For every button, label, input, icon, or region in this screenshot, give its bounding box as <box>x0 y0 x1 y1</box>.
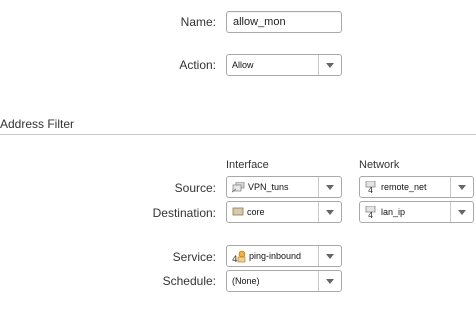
action-label: Action: <box>179 58 216 72</box>
action-select[interactable]: Allow <box>226 54 342 76</box>
service-dropdown-button[interactable] <box>318 246 341 266</box>
service-label: Service: <box>172 250 216 264</box>
svg-text:4: 4 <box>368 211 373 218</box>
chevron-down-icon <box>458 184 466 190</box>
name-input[interactable]: allow_mon <box>226 11 342 33</box>
network-object-icon: 4 <box>365 206 376 218</box>
chevron-down-icon <box>326 253 334 259</box>
chevron-down-icon <box>326 278 334 284</box>
destination-interface-dropdown-button[interactable] <box>318 202 341 222</box>
chevron-down-icon <box>326 184 334 190</box>
vpn-tunnels-icon <box>232 181 245 192</box>
svg-text:4: 4 <box>232 255 238 263</box>
source-interface-dropdown-button[interactable] <box>318 177 341 197</box>
destination-interface-select[interactable]: core <box>226 201 342 223</box>
source-network-dropdown-button[interactable] <box>450 177 473 197</box>
chevron-down-icon <box>326 209 334 215</box>
network-object-icon: 4 <box>365 181 376 193</box>
network-column-header: Network <box>359 159 400 171</box>
interface-column-header: Interface <box>226 159 269 171</box>
chevron-down-icon <box>458 209 466 215</box>
address-filter-title: Address Filter <box>0 117 75 131</box>
source-network-select[interactable]: 4 remote_net <box>359 176 474 198</box>
interface-icon <box>232 207 244 216</box>
destination-label: Destination: <box>152 206 216 220</box>
destination-interface-value: core <box>247 207 265 217</box>
source-network-value: remote_net <box>381 182 427 192</box>
destination-network-value: lan_ip <box>381 207 406 217</box>
schedule-select[interactable]: (None) <box>226 270 342 292</box>
schedule-label: Schedule: <box>162 274 216 288</box>
source-label: Source: <box>174 181 216 195</box>
destination-network-select[interactable]: 4 lan_ip <box>359 201 474 223</box>
source-interface-value: VPN_tuns <box>248 182 289 192</box>
schedule-value: (None) <box>232 276 260 286</box>
service-select[interactable]: 4 ping-inbound <box>226 245 342 267</box>
name-label: Name: <box>180 15 216 29</box>
svg-text:4: 4 <box>368 186 373 193</box>
action-select-value: Allow <box>232 60 254 70</box>
service-value: ping-inbound <box>249 251 302 261</box>
schedule-dropdown-button[interactable] <box>318 271 341 291</box>
destination-network-dropdown-button[interactable] <box>450 202 473 222</box>
action-dropdown-button[interactable] <box>318 55 341 75</box>
service-icon: 4 <box>232 250 246 263</box>
chevron-down-icon <box>326 62 334 68</box>
section-divider <box>0 134 476 135</box>
name-input-value: allow_mon <box>233 16 286 28</box>
source-interface-select[interactable]: VPN_tuns <box>226 176 342 198</box>
